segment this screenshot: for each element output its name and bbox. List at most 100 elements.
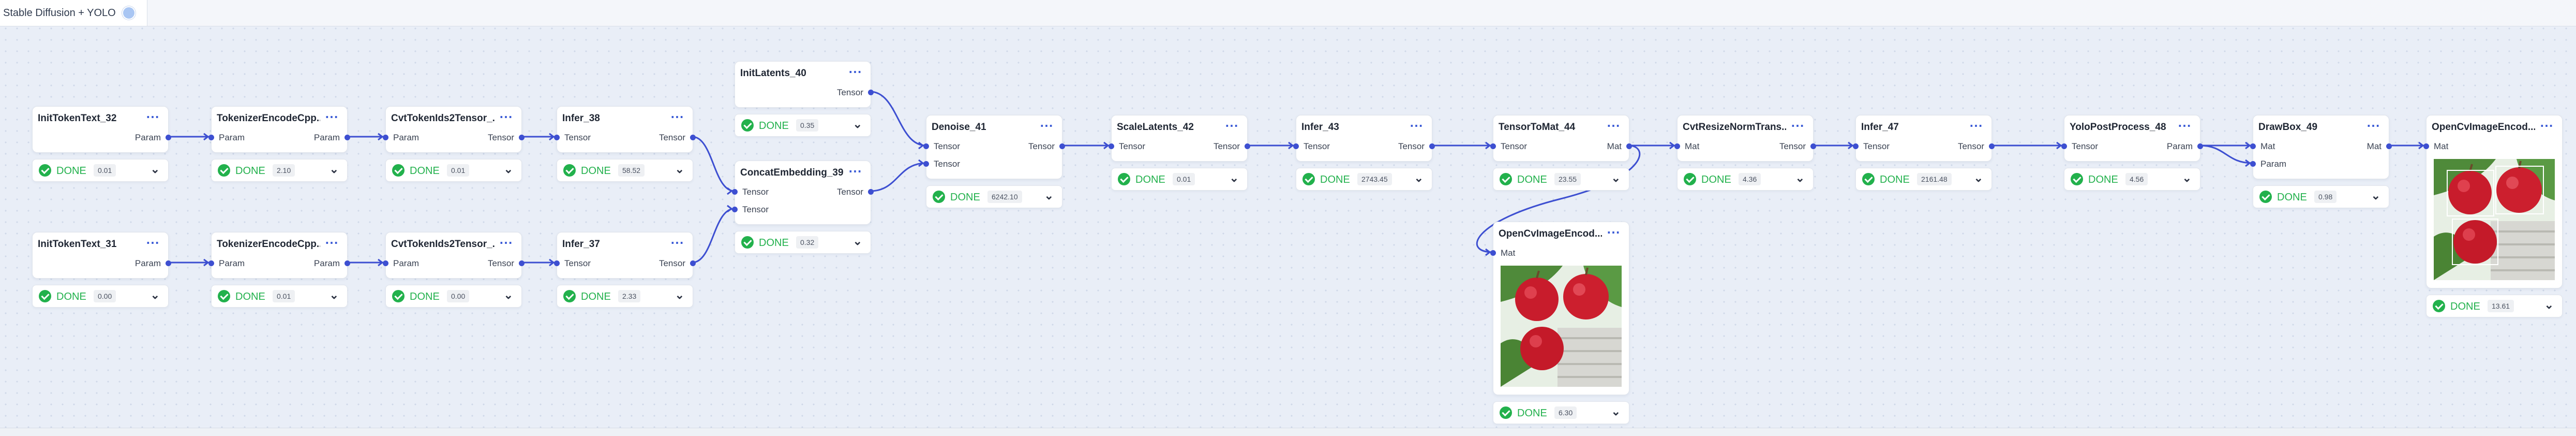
input-port-handle[interactable] — [923, 143, 929, 149]
node-cvttokenids2tensor-b[interactable]: CvtTokenIds2Tensor_... ⋯ Param Tensor — [383, 232, 525, 279]
more-dots-icon[interactable]: ⋯ — [1607, 118, 1621, 134]
node-status-bar[interactable]: DONE 2.10 ⌄ — [211, 159, 348, 182]
input-port-handle[interactable] — [1490, 143, 1496, 149]
edge-concatembedding-39-to-denoise-41[interactable] — [870, 162, 926, 192]
chevron-down-icon[interactable]: ⌄ — [675, 288, 684, 302]
node-inittokentext-31[interactable]: InitTokenText_31 ⋯ Param — [32, 232, 171, 279]
node-status-bar[interactable]: DONE 0.35 ⌄ — [735, 114, 871, 137]
node-status-bar[interactable]: DONE 2.33 ⌄ — [557, 285, 693, 308]
output-port-handle[interactable] — [690, 260, 696, 266]
input-port-handle[interactable] — [1109, 143, 1114, 149]
output-port-handle[interactable] — [1989, 143, 1995, 149]
input-port-handle[interactable] — [923, 161, 929, 167]
output-port-handle[interactable] — [1429, 143, 1435, 149]
more-dots-icon[interactable]: ⋯ — [146, 109, 160, 125]
more-dots-icon[interactable]: ⋯ — [1040, 118, 1054, 134]
output-port-handle[interactable] — [345, 135, 350, 140]
input-port-handle[interactable] — [732, 189, 738, 195]
more-dots-icon[interactable]: ⋯ — [499, 109, 513, 125]
edge-yolopostprocess-48-to-drawbox-49[interactable] — [2199, 144, 2253, 164]
input-port-handle[interactable] — [554, 260, 560, 266]
input-port-handle[interactable] — [1490, 250, 1496, 256]
chevron-down-icon[interactable]: ⌄ — [330, 288, 339, 302]
output-port-handle[interactable] — [1059, 143, 1065, 149]
edge-infer-38-to-concatembedding-39[interactable] — [692, 136, 735, 192]
node-status-bar[interactable]: DONE 6.30 ⌄ — [1493, 401, 1629, 424]
node-status-bar[interactable]: DONE 0.01 ⌄ — [211, 285, 348, 308]
output-port-handle[interactable] — [868, 189, 874, 195]
input-port-handle[interactable] — [1853, 143, 1859, 149]
input-port-handle[interactable] — [2250, 161, 2256, 167]
node-status-bar[interactable]: DONE 0.32 ⌄ — [735, 231, 871, 254]
node-tensortomat-44[interactable]: TensorToMat_44 ⋯ Tensor Mat — [1490, 115, 1632, 162]
chevron-down-icon[interactable]: ⌄ — [504, 288, 513, 302]
output-port-handle[interactable] — [690, 135, 696, 140]
output-port-handle[interactable] — [1245, 143, 1250, 149]
output-port-handle[interactable] — [868, 90, 874, 95]
node-status-bar[interactable]: DONE 0.01 ⌄ — [1111, 168, 1248, 191]
edge-initlatents-40-to-denoise-41[interactable] — [870, 91, 926, 147]
edge-infer-37-to-concatembedding-39[interactable] — [692, 208, 735, 264]
more-dots-icon[interactable]: ⋯ — [848, 163, 862, 179]
output-port-handle[interactable] — [519, 135, 525, 140]
input-port-handle[interactable] — [2061, 143, 2067, 149]
more-dots-icon[interactable]: ⋯ — [325, 109, 339, 125]
more-dots-icon[interactable]: ⋯ — [2540, 118, 2554, 134]
node-status-bar[interactable]: DONE 4.56 ⌄ — [2064, 168, 2200, 191]
chevron-down-icon[interactable]: ⌄ — [151, 288, 160, 302]
more-dots-icon[interactable]: ⋯ — [670, 109, 684, 125]
chevron-down-icon[interactable]: ⌄ — [1414, 171, 1424, 185]
node-tokenizerencodecpp-a[interactable]: TokenizerEncodeCpp... ⋯ Param Param — [208, 106, 350, 153]
chevron-down-icon[interactable]: ⌄ — [504, 163, 513, 176]
output-port-handle[interactable] — [2386, 143, 2392, 149]
node-status-bar[interactable]: DONE 0.00 ⌄ — [32, 285, 169, 308]
input-port-handle[interactable] — [383, 260, 388, 266]
node-status-bar[interactable]: DONE 0.01 ⌄ — [385, 159, 522, 182]
node-opencvimageencod-end[interactable]: OpenCvImageEncod... ⋯ Mat — [2423, 115, 2563, 288]
node-cvttokenids2tensor-a[interactable]: CvtTokenIds2Tensor_... ⋯ Param Tensor — [383, 106, 525, 153]
output-port-handle[interactable] — [166, 135, 171, 140]
input-port-handle[interactable] — [554, 135, 560, 140]
node-status-bar[interactable]: DONE 0.00 ⌄ — [385, 285, 522, 308]
chevron-down-icon[interactable]: ⌄ — [853, 235, 862, 248]
output-port-handle[interactable] — [1626, 143, 1632, 149]
chevron-down-icon[interactable]: ⌄ — [1230, 171, 1239, 185]
more-dots-icon[interactable]: ⋯ — [146, 235, 160, 251]
node-scalelatents-42[interactable]: ScaleLatents_42 ⋯ Tensor Tensor — [1109, 115, 1250, 162]
more-dots-icon[interactable]: ⋯ — [1607, 224, 1621, 240]
more-dots-icon[interactable]: ⋯ — [1969, 118, 1983, 134]
node-infer-38[interactable]: Infer_38 ⋯ Tensor Tensor — [554, 106, 696, 153]
chevron-down-icon[interactable]: ⌄ — [1795, 171, 1805, 185]
node-denoise-41[interactable]: Denoise_41 ⋯ Tensor Tensor Tensor — [923, 115, 1065, 179]
more-dots-icon[interactable]: ⋯ — [1791, 118, 1805, 134]
chevron-down-icon[interactable]: ⌄ — [2371, 189, 2380, 202]
chevron-down-icon[interactable]: ⌄ — [2544, 298, 2554, 312]
input-port-handle[interactable] — [1293, 143, 1299, 149]
node-status-bar[interactable]: DONE 2743.45 ⌄ — [1296, 168, 1432, 191]
chevron-down-icon[interactable]: ⌄ — [1611, 405, 1621, 418]
more-dots-icon[interactable]: ⋯ — [670, 235, 684, 251]
node-infer-37[interactable]: Infer_37 ⋯ Tensor Tensor — [554, 232, 696, 279]
chevron-down-icon[interactable]: ⌄ — [1044, 189, 1054, 202]
more-dots-icon[interactable]: ⋯ — [2178, 118, 2192, 134]
node-status-bar[interactable]: DONE 23.55 ⌄ — [1493, 168, 1629, 191]
node-inittokentext-32[interactable]: InitTokenText_32 ⋯ Param — [32, 106, 171, 153]
more-dots-icon[interactable]: ⋯ — [499, 235, 513, 251]
output-port-handle[interactable] — [166, 260, 171, 266]
chevron-down-icon[interactable]: ⌄ — [1974, 171, 1983, 185]
node-infer-47[interactable]: Infer_47 ⋯ Tensor Tensor — [1853, 115, 1995, 162]
input-port-handle[interactable] — [2250, 143, 2256, 149]
input-port-handle[interactable] — [732, 207, 738, 212]
node-status-bar[interactable]: DONE 6242.10 ⌄ — [926, 185, 1062, 208]
output-port-handle[interactable] — [1810, 143, 1816, 149]
node-tokenizerencodecpp-b[interactable]: TokenizerEncodeCpp... ⋯ Param Param — [208, 232, 350, 279]
chevron-down-icon[interactable]: ⌄ — [330, 163, 339, 176]
node-status-bar[interactable]: DONE 58.52 ⌄ — [557, 159, 693, 182]
chevron-down-icon[interactable]: ⌄ — [2182, 171, 2192, 185]
more-dots-icon[interactable]: ⋯ — [1410, 118, 1424, 134]
node-infer-43[interactable]: Infer_43 ⋯ Tensor Tensor — [1293, 115, 1435, 162]
input-port-handle[interactable] — [208, 135, 214, 140]
chevron-down-icon[interactable]: ⌄ — [675, 163, 684, 176]
input-port-handle[interactable] — [383, 135, 388, 140]
node-concatembedding-39[interactable]: ConcatEmbedding_39 ⋯ Tensor Tensor Tensor — [732, 161, 874, 225]
